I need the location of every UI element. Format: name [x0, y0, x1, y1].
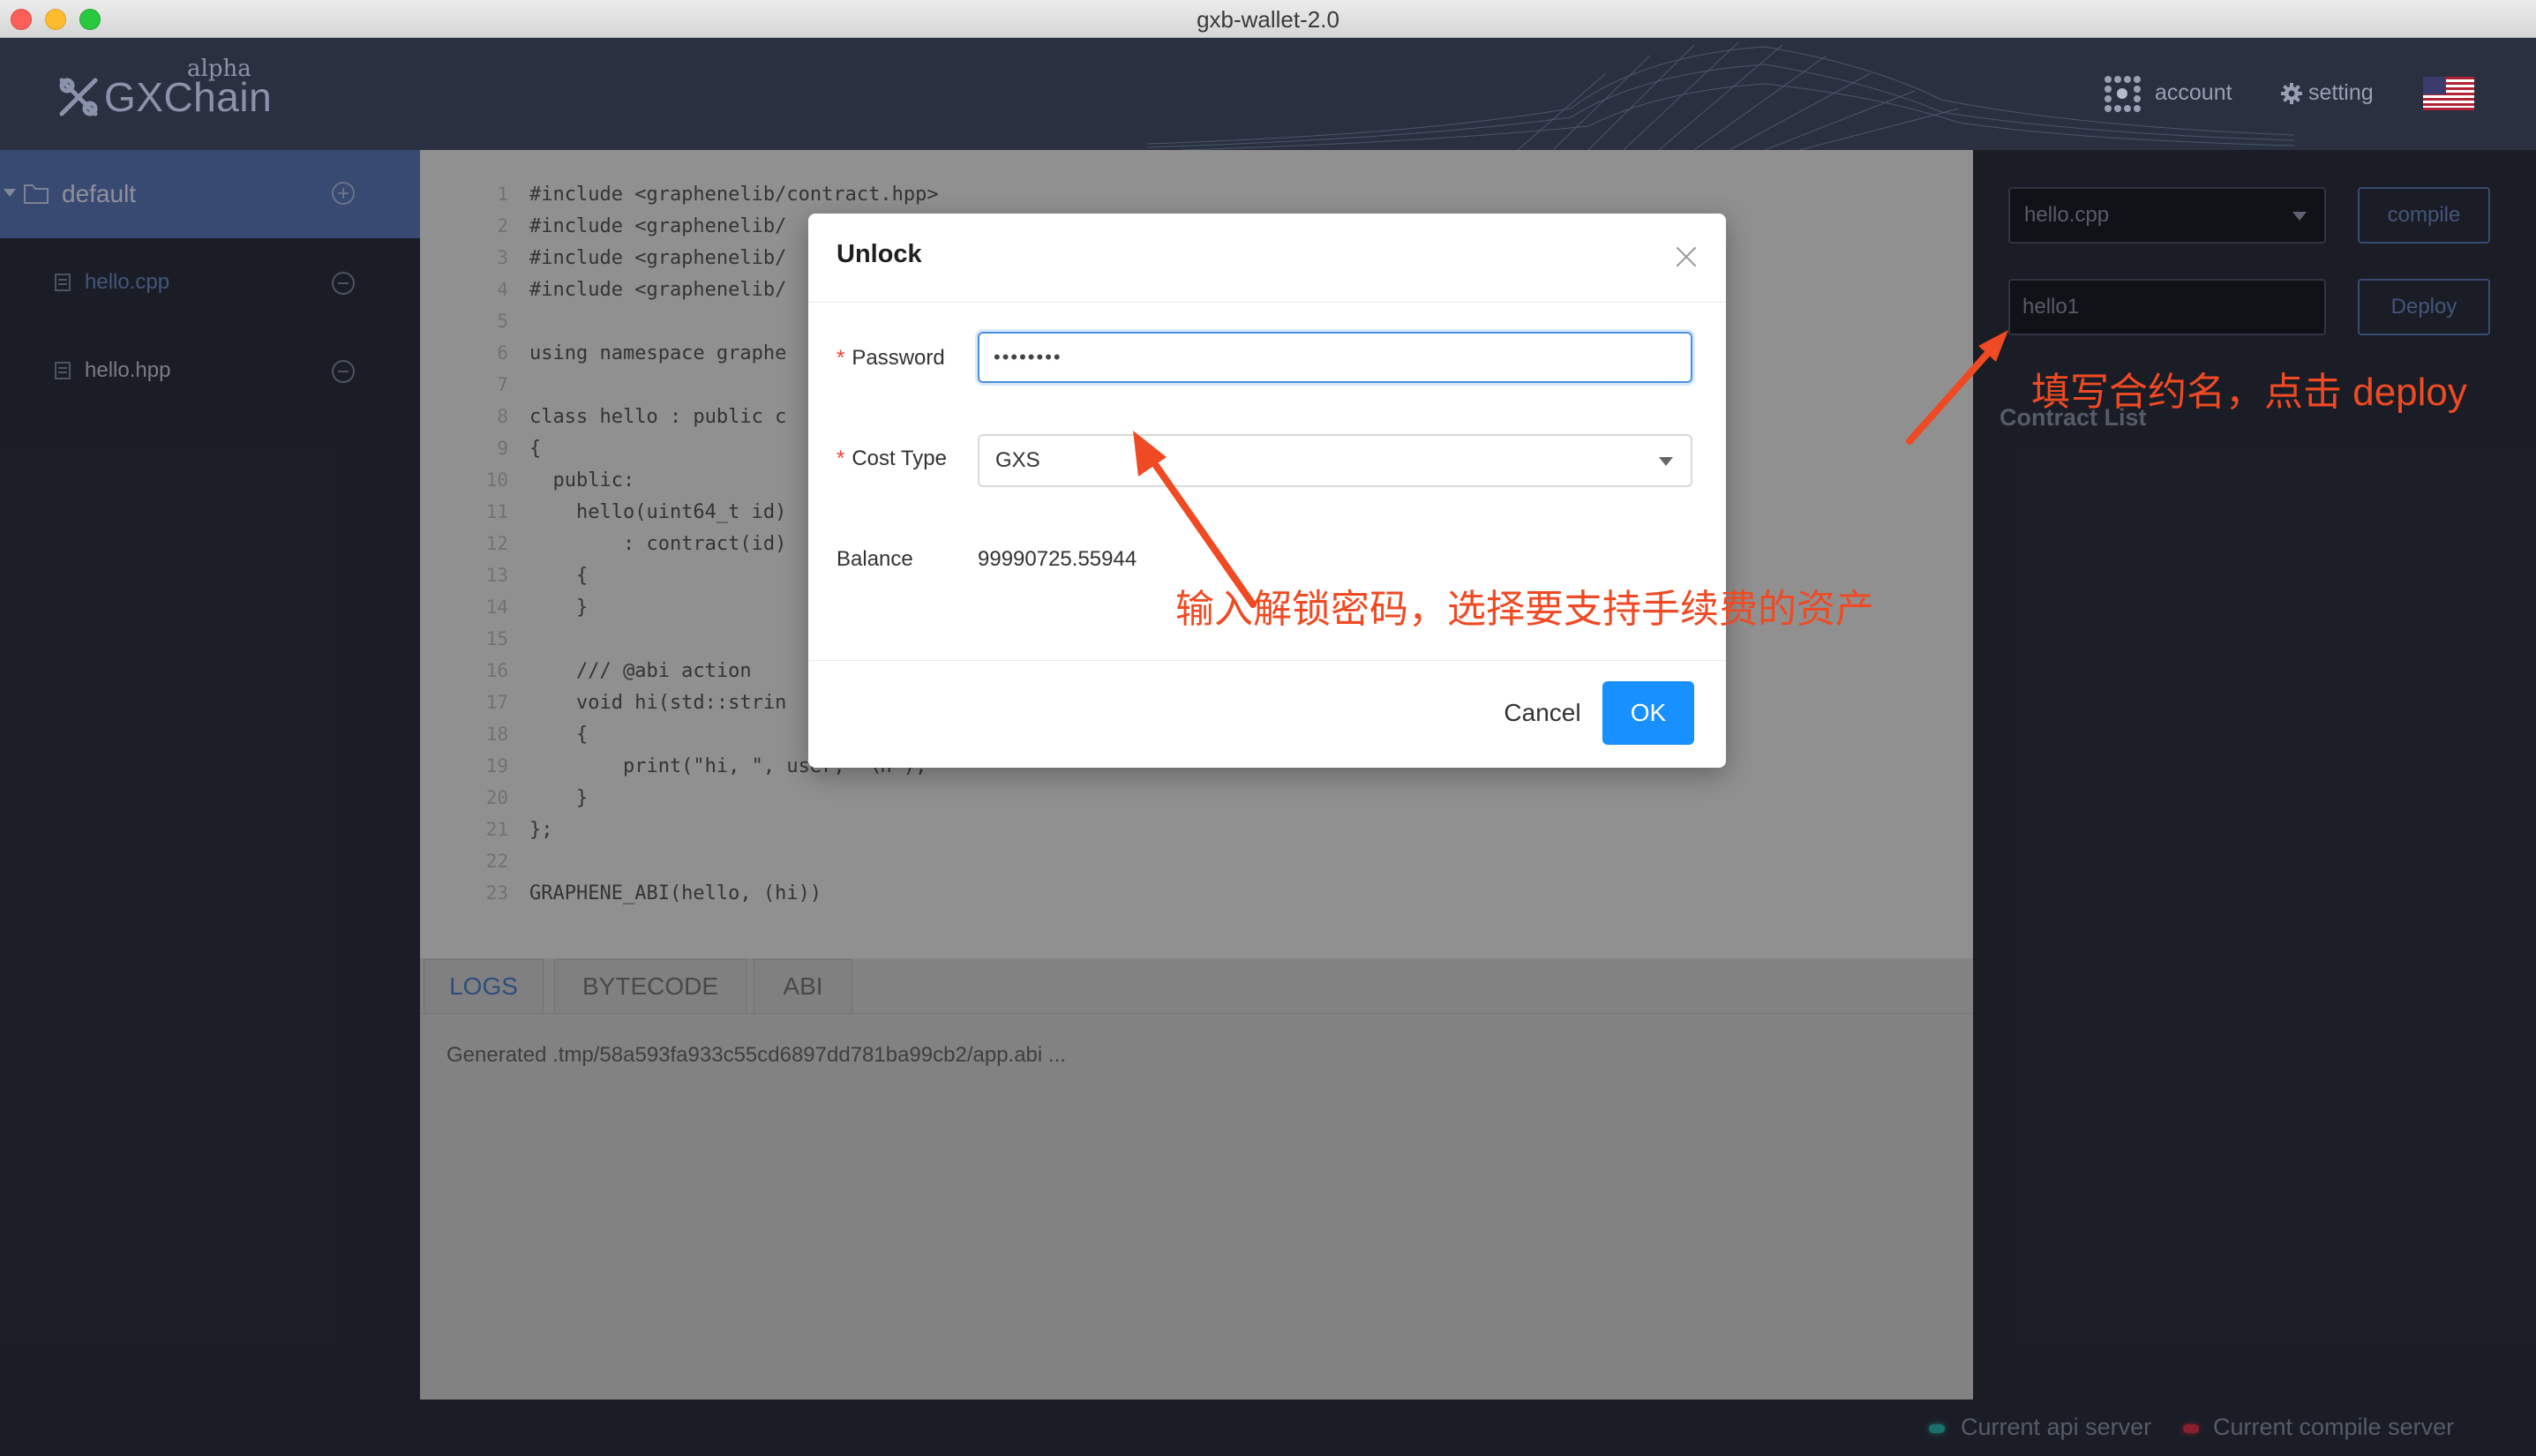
ok-button[interactable]: OK [1602, 681, 1694, 745]
balance-value: 99990725.55944 [978, 547, 1137, 571]
balance-label: Balance [837, 547, 913, 571]
account-icon[interactable] [2102, 73, 2142, 114]
close-icon[interactable] [1673, 244, 1699, 270]
divider [808, 302, 1726, 303]
dropdown-caret-icon [1659, 457, 1673, 466]
cancel-button[interactable]: Cancel [1497, 681, 1588, 745]
window-title: gxb-wallet-2.0 [1197, 6, 1339, 33]
gear-icon[interactable] [2280, 82, 2303, 105]
unlock-hint-annotation: 输入解锁密码，选择要支持手续费的资产 [1175, 588, 1874, 631]
cost-type-value: GXS [995, 448, 1040, 472]
app-header: GXChain alpha account setting [0, 38, 2536, 150]
cost-type-label-text: Cost Type [852, 447, 947, 470]
us-flag-icon[interactable] [2423, 77, 2474, 110]
deploy-hint-annotation: 填写合约名，点击 deploy [2031, 371, 2467, 414]
password-label: * Password [837, 346, 945, 371]
account-link[interactable]: account [2155, 80, 2232, 106]
cost-type-label: * Cost Type [837, 447, 947, 471]
cost-type-select[interactable]: GXS [978, 434, 1692, 487]
setting-link[interactable]: setting [2308, 80, 2374, 106]
divider [808, 660, 1726, 661]
logo-alpha-badge: alpha [187, 56, 251, 82]
arrow-annotation-deploy [1906, 330, 2008, 445]
required-mark: * [837, 447, 845, 470]
dialog-title: Unlock [837, 240, 922, 268]
gxchain-logo-icon [59, 78, 98, 116]
password-label-text: Password [852, 346, 945, 370]
window-titlebar: gxb-wallet-2.0 [0, 0, 2536, 38]
password-input[interactable]: •••••••• [978, 332, 1692, 383]
required-mark: * [837, 346, 845, 370]
